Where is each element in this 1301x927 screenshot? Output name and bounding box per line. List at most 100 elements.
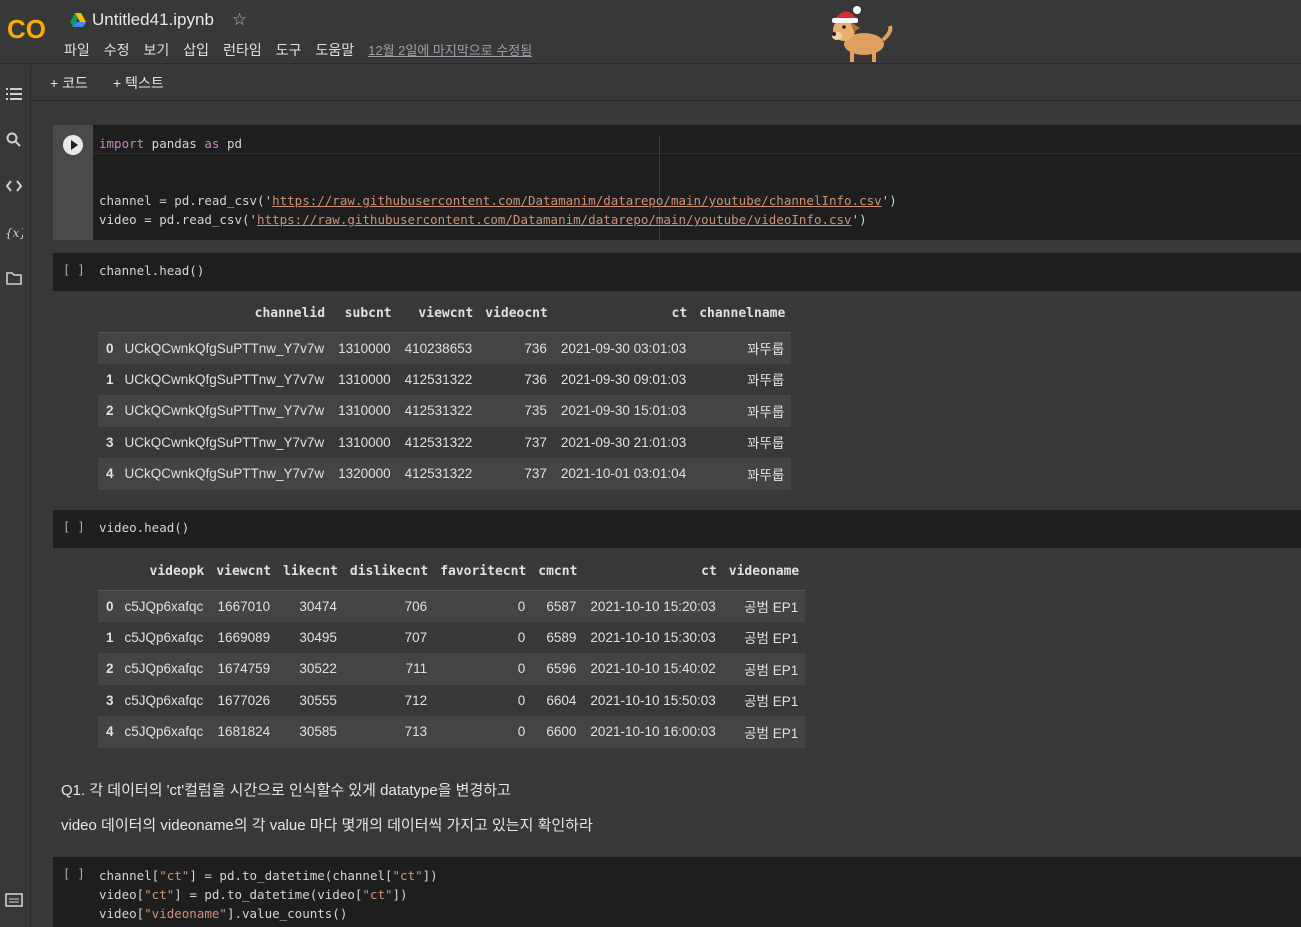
table-cell: 1681824 bbox=[210, 716, 278, 748]
menu-bar: 파일 수정 보기 삽입 런타임 도구 도움말 12월 2일에 마지막으로 수정됨 bbox=[64, 40, 546, 60]
column-header: subcnt bbox=[331, 296, 398, 333]
run-cell-button[interactable] bbox=[63, 135, 83, 155]
code-cell-4[interactable]: [ ] channel["ct"] = pd.to_datetime(chann… bbox=[53, 857, 1301, 927]
column-header: viewcnt bbox=[210, 554, 278, 591]
table-cell: 1310000 bbox=[331, 363, 398, 395]
star-icon[interactable]: ☆ bbox=[232, 10, 247, 30]
row-index: 1 bbox=[98, 363, 118, 395]
table-cell: 706 bbox=[343, 590, 435, 622]
table-cell: 꽈뚜룹 bbox=[693, 363, 792, 395]
menu-help[interactable]: 도움말 bbox=[315, 40, 354, 60]
table-cell: 6600 bbox=[532, 716, 584, 748]
table-cell: UCkQCwnkQfgSuPTTnw_Y7v7w bbox=[117, 395, 332, 427]
terminal-icon[interactable] bbox=[5, 891, 23, 909]
variables-icon[interactable]: {x} bbox=[5, 223, 23, 241]
table-cell: 2021-10-10 15:40:02 bbox=[583, 653, 723, 685]
svg-text:{x}: {x} bbox=[5, 226, 23, 240]
cell-gutter bbox=[53, 125, 93, 240]
code-cell-3[interactable]: [ ] video.head() bbox=[53, 510, 1301, 548]
table-cell: 412531322 bbox=[397, 458, 480, 490]
row-index: 3 bbox=[98, 684, 118, 716]
row-index: 2 bbox=[98, 653, 118, 685]
table-header-row: videopk viewcnt likecnt dislikecnt favor… bbox=[98, 554, 806, 591]
column-header: favoritecnt bbox=[434, 554, 533, 591]
column-header: ct bbox=[583, 554, 723, 591]
app-header: CO Untitled41.ipynb ☆ 파일 수정 보기 삽입 런타임 도구… bbox=[0, 0, 1301, 64]
table-cell: 737 bbox=[479, 458, 554, 490]
table-cell: 0 bbox=[434, 716, 533, 748]
table-cell: 1320000 bbox=[331, 458, 398, 490]
table-cell: 꽈뚜룹 bbox=[693, 395, 792, 427]
code-line-1[interactable]: channel["ct"] = pd.to_datetime(channel["… bbox=[99, 866, 438, 885]
code-line-2[interactable]: channel = pd.read_csv('https://raw.githu… bbox=[99, 191, 897, 210]
table-cell: 736 bbox=[479, 332, 554, 364]
title-row: Untitled41.ipynb ☆ bbox=[70, 10, 247, 30]
table-cell: 2021-09-30 09:01:03 bbox=[553, 363, 694, 395]
search-icon[interactable] bbox=[5, 131, 23, 149]
menu-tools[interactable]: 도구 bbox=[276, 40, 302, 60]
table-row: 4 c5JQp6xafqc 1681824 30585 713 0 6600 2021-10-… bbox=[98, 716, 806, 748]
row-index: 4 bbox=[98, 716, 118, 748]
code-line-3[interactable]: video = pd.read_csv('https://raw.githubu… bbox=[99, 210, 867, 229]
table-cell: 0 bbox=[434, 653, 533, 685]
code-line-1[interactable]: import pandas as pd bbox=[99, 134, 242, 153]
menu-file[interactable]: 파일 bbox=[64, 40, 90, 60]
menu-runtime[interactable]: 런타임 bbox=[223, 40, 262, 60]
code-line-2[interactable]: video["ct"] = pd.to_datetime(video["ct"]… bbox=[99, 885, 408, 904]
column-header: viewcnt bbox=[397, 296, 480, 333]
table-cell: 0 bbox=[434, 621, 533, 653]
table-cell: 1674759 bbox=[210, 653, 278, 685]
column-header: channelname bbox=[693, 296, 792, 333]
column-header: cmcnt bbox=[532, 554, 584, 591]
code-line[interactable]: video.head() bbox=[99, 518, 189, 537]
table-cell: 30495 bbox=[277, 621, 344, 653]
code-cell-2[interactable]: [ ] channel.head() bbox=[53, 253, 1301, 291]
table-cell: 1310000 bbox=[331, 395, 398, 427]
table-cell: UCkQCwnkQfgSuPTTnw_Y7v7w bbox=[117, 363, 332, 395]
column-header: ct bbox=[553, 296, 694, 333]
table-cell: 꽈뚜룹 bbox=[693, 458, 792, 490]
table-cell: 712 bbox=[343, 684, 435, 716]
table-cell: 0 bbox=[434, 684, 533, 716]
code-line[interactable]: channel.head() bbox=[99, 261, 204, 280]
current-line-highlight bbox=[93, 135, 1301, 154]
column-header bbox=[98, 296, 118, 333]
execution-count[interactable]: [ ] bbox=[63, 263, 85, 277]
table-row: 2 UCkQCwnkQfgSuPTTnw_Y7v7w 1310000 41253132… bbox=[98, 395, 792, 427]
table-cell: 2021-09-30 21:01:03 bbox=[553, 426, 694, 458]
google-drive-icon bbox=[70, 13, 86, 27]
markdown-question-line-1: Q1. 각 데이터의 'ct'컬럼을 시간으로 인식할수 있게 datatype… bbox=[61, 782, 511, 799]
column-header: videocnt bbox=[479, 296, 554, 333]
table-row: 4 UCkQCwnkQfgSuPTTnw_Y7v7w 1320000 41253132… bbox=[98, 458, 792, 490]
execution-count[interactable]: [ ] bbox=[63, 867, 85, 881]
table-cell: 6604 bbox=[532, 684, 584, 716]
row-index: 2 bbox=[98, 395, 118, 427]
table-cell: 2021-10-10 16:00:03 bbox=[583, 716, 723, 748]
add-code-button[interactable]: + 코드 bbox=[50, 73, 88, 93]
table-of-contents-icon[interactable] bbox=[5, 85, 23, 103]
table-cell: 공범 EP1 bbox=[722, 590, 806, 622]
table-cell: 30522 bbox=[277, 653, 344, 685]
code-cell-1[interactable]: import pandas as pd channel = pd.read_cs… bbox=[53, 125, 1301, 241]
menu-view[interactable]: 보기 bbox=[144, 40, 170, 60]
menu-edit[interactable]: 수정 bbox=[104, 40, 130, 60]
last-edit-link[interactable]: 12월 2일에 마지막으로 수정됨 bbox=[368, 40, 532, 60]
table-cell: 713 bbox=[343, 716, 435, 748]
notebook-title[interactable]: Untitled41.ipynb bbox=[92, 10, 214, 30]
table-cell: 2021-10-10 15:50:03 bbox=[583, 684, 723, 716]
code-snippets-icon[interactable] bbox=[5, 177, 23, 195]
row-index: 4 bbox=[98, 458, 118, 490]
menu-insert[interactable]: 삽입 bbox=[183, 40, 209, 60]
table-cell: 30585 bbox=[277, 716, 344, 748]
folder-icon[interactable] bbox=[5, 269, 23, 287]
execution-count[interactable]: [ ] bbox=[63, 520, 85, 534]
table-row: 1 c5JQp6xafqc 1669089 30495 707 0 6589 2021-10-… bbox=[98, 621, 806, 653]
add-text-button[interactable]: + 텍스트 bbox=[113, 73, 164, 93]
code-line-3[interactable]: video["videoname"].value_counts() bbox=[99, 904, 347, 923]
column-header: channelid bbox=[117, 296, 332, 333]
table-cell: 꽈뚜룹 bbox=[693, 426, 792, 458]
colab-logo[interactable]: CO bbox=[6, 14, 50, 44]
row-index: 1 bbox=[98, 621, 118, 653]
table-cell: 2021-09-30 03:01:03 bbox=[553, 332, 694, 364]
channel-dataframe-output: channelid subcnt viewcnt videocnt ct cha… bbox=[98, 296, 792, 490]
